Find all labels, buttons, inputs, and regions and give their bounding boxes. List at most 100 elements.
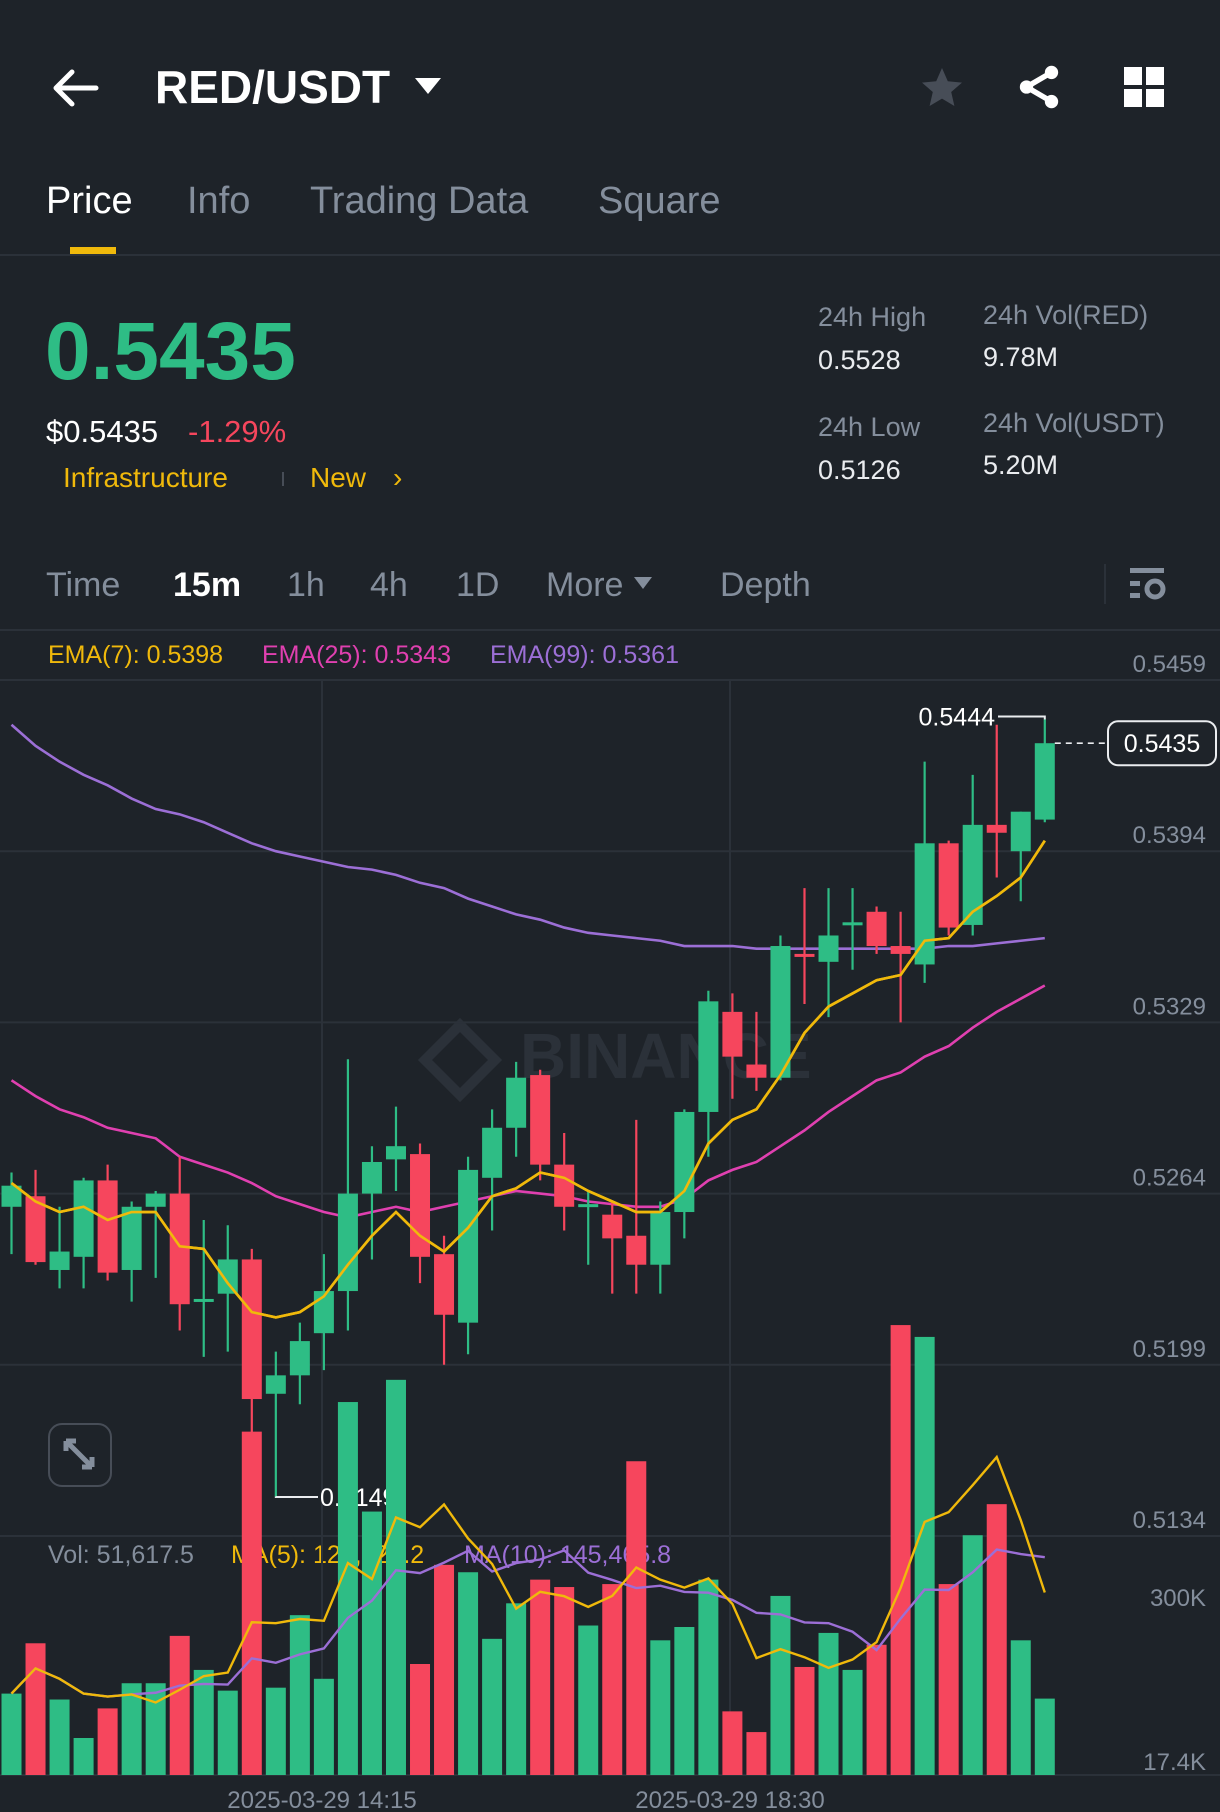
candle xyxy=(530,1069,551,1181)
candle-body xyxy=(914,843,935,965)
volume-bar xyxy=(97,1708,118,1775)
candle-body xyxy=(866,911,887,947)
price-axis-label: 0.5394 xyxy=(1133,822,1206,849)
candle-body xyxy=(722,1011,743,1057)
candle-body xyxy=(458,1169,479,1323)
candle-body xyxy=(506,1077,527,1128)
candle xyxy=(698,990,719,1157)
last-price-label: 0.5435 xyxy=(1124,730,1200,758)
candle-body xyxy=(530,1075,551,1165)
price-axis-label: 0.5264 xyxy=(1133,1165,1206,1192)
volume-bar xyxy=(361,1511,382,1775)
candle xyxy=(193,1219,214,1357)
high-price-label: 0.5444 xyxy=(919,704,996,732)
price-axis-label: 0.5199 xyxy=(1133,1336,1206,1363)
candle-body xyxy=(49,1251,70,1270)
candle-body xyxy=(794,953,815,957)
volume-bar xyxy=(289,1615,310,1775)
candle-body xyxy=(650,1212,671,1265)
candle xyxy=(313,1254,334,1371)
price-axis-label: 0.5459 xyxy=(1133,651,1206,678)
candle xyxy=(385,1106,406,1191)
volume-bar xyxy=(674,1627,695,1775)
candle-body xyxy=(121,1206,142,1270)
candle xyxy=(289,1322,310,1405)
volume-bar xyxy=(145,1683,166,1775)
candle xyxy=(458,1156,479,1355)
volume-bar xyxy=(698,1579,719,1775)
volume-bar xyxy=(578,1625,599,1775)
candle xyxy=(121,1201,142,1302)
volume-bar xyxy=(650,1640,671,1775)
candle-body xyxy=(361,1161,382,1194)
candle-body xyxy=(626,1235,647,1265)
candle xyxy=(986,724,1007,878)
fullscreen-button[interactable] xyxy=(48,1423,112,1487)
candle-body xyxy=(265,1375,286,1394)
price-axis-label: 0.5329 xyxy=(1133,993,1206,1020)
volume-bar xyxy=(482,1638,503,1775)
volume-bar xyxy=(554,1587,575,1775)
volume-bar xyxy=(1034,1698,1055,1775)
volume-bar xyxy=(265,1687,286,1775)
volume-bar xyxy=(986,1504,1007,1775)
volume-bar xyxy=(914,1336,935,1775)
candle-body xyxy=(698,1001,719,1112)
candle-body xyxy=(746,1064,767,1078)
candle xyxy=(938,840,959,936)
expand-icon xyxy=(63,1438,95,1470)
ema99-line xyxy=(10,723,1045,950)
candle-body xyxy=(818,935,839,962)
candle-body xyxy=(337,1193,358,1292)
volume-axis-label: 17.4K xyxy=(1143,1749,1206,1776)
candle-body xyxy=(770,946,791,1078)
volume-bar xyxy=(842,1669,863,1775)
volume-bar xyxy=(217,1690,238,1775)
candle xyxy=(410,1143,431,1284)
volume-bar xyxy=(458,1572,479,1775)
volume-bar xyxy=(1010,1640,1031,1775)
volume-bar xyxy=(193,1669,214,1775)
candle-body xyxy=(482,1127,503,1178)
binance-watermark: BINANCE xyxy=(520,1020,812,1092)
candle-body xyxy=(1010,811,1031,852)
candle xyxy=(434,1235,455,1365)
candle xyxy=(866,906,887,954)
candle xyxy=(1,1172,22,1255)
ma10-line xyxy=(10,1548,1045,1698)
volume-bar xyxy=(626,1461,647,1775)
candle xyxy=(241,1248,262,1439)
candle xyxy=(145,1190,166,1278)
candle xyxy=(337,1059,358,1331)
volume-bar xyxy=(410,1664,431,1775)
candle-body xyxy=(73,1180,94,1257)
volume-bar xyxy=(770,1595,791,1775)
volume-bar xyxy=(337,1402,358,1775)
candle-body xyxy=(385,1146,406,1160)
candle xyxy=(842,888,863,970)
candle xyxy=(49,1206,70,1289)
volume-bar xyxy=(313,1678,334,1775)
volume-axis-label: 300K xyxy=(1150,1585,1206,1612)
candle xyxy=(818,888,839,1018)
candle-body xyxy=(97,1180,118,1273)
candle-body xyxy=(217,1259,238,1294)
time-axis-label: 2025-03-29 18:30 xyxy=(635,1787,825,1812)
candle xyxy=(482,1109,503,1231)
volume-bar xyxy=(938,1584,959,1775)
volume-bar xyxy=(866,1644,887,1775)
volume-bar xyxy=(241,1431,262,1775)
volume-bar xyxy=(890,1325,911,1775)
high-marker-line xyxy=(998,715,1046,720)
candle xyxy=(1034,719,1055,823)
candle-body xyxy=(241,1259,262,1400)
candle xyxy=(217,1225,238,1352)
candle xyxy=(602,1201,623,1294)
binance-logo-watermark xyxy=(417,1017,503,1103)
candle xyxy=(1010,811,1031,902)
candlestick-chart[interactable]: BINANCE 0.5459 0.5394 0.5329 0.5264 0.5199 0.5… xyxy=(0,0,1220,1812)
low-marker-line xyxy=(274,1496,318,1498)
volume-bar xyxy=(602,1584,623,1775)
candle-body xyxy=(986,824,1007,833)
candle xyxy=(169,1156,190,1331)
